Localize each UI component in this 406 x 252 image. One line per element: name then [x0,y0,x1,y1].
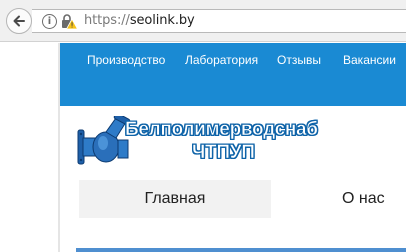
site-logo[interactable]: Белполимерводснаб ЧТПУП [76,116,346,176]
back-button[interactable] [6,8,32,34]
brand-name: Белполимерводснаб [125,119,319,141]
nav-item-reviews[interactable]: Отзывы [277,53,321,67]
page-margin [0,43,58,252]
menu-item-about[interactable]: О нас [322,180,406,218]
valve-logo-icon [77,116,131,165]
url-scheme: https:// [84,13,130,28]
menu-item-home[interactable]: Главная [79,180,271,218]
url-text: https://seolink.by [84,13,195,28]
address-bar[interactable]: i https://seolink.by [32,9,406,33]
content-divider [76,248,406,252]
nav-item-laboratory[interactable]: Лаборатория [185,53,258,67]
browser-toolbar: i https://seolink.by [0,0,406,42]
url-host: seolink.by [129,13,195,28]
main-navbar: Производство Лаборатория Отзывы Вакансии [60,43,406,106]
nav-item-production[interactable]: Производство [87,53,165,67]
brand-subtitle: ЧТПУП [192,142,255,164]
info-icon[interactable]: i [42,14,57,29]
back-arrow-icon [13,15,25,27]
warning-lock-icon[interactable] [60,13,78,31]
nav-item-vacancies[interactable]: Вакансии [343,53,396,67]
